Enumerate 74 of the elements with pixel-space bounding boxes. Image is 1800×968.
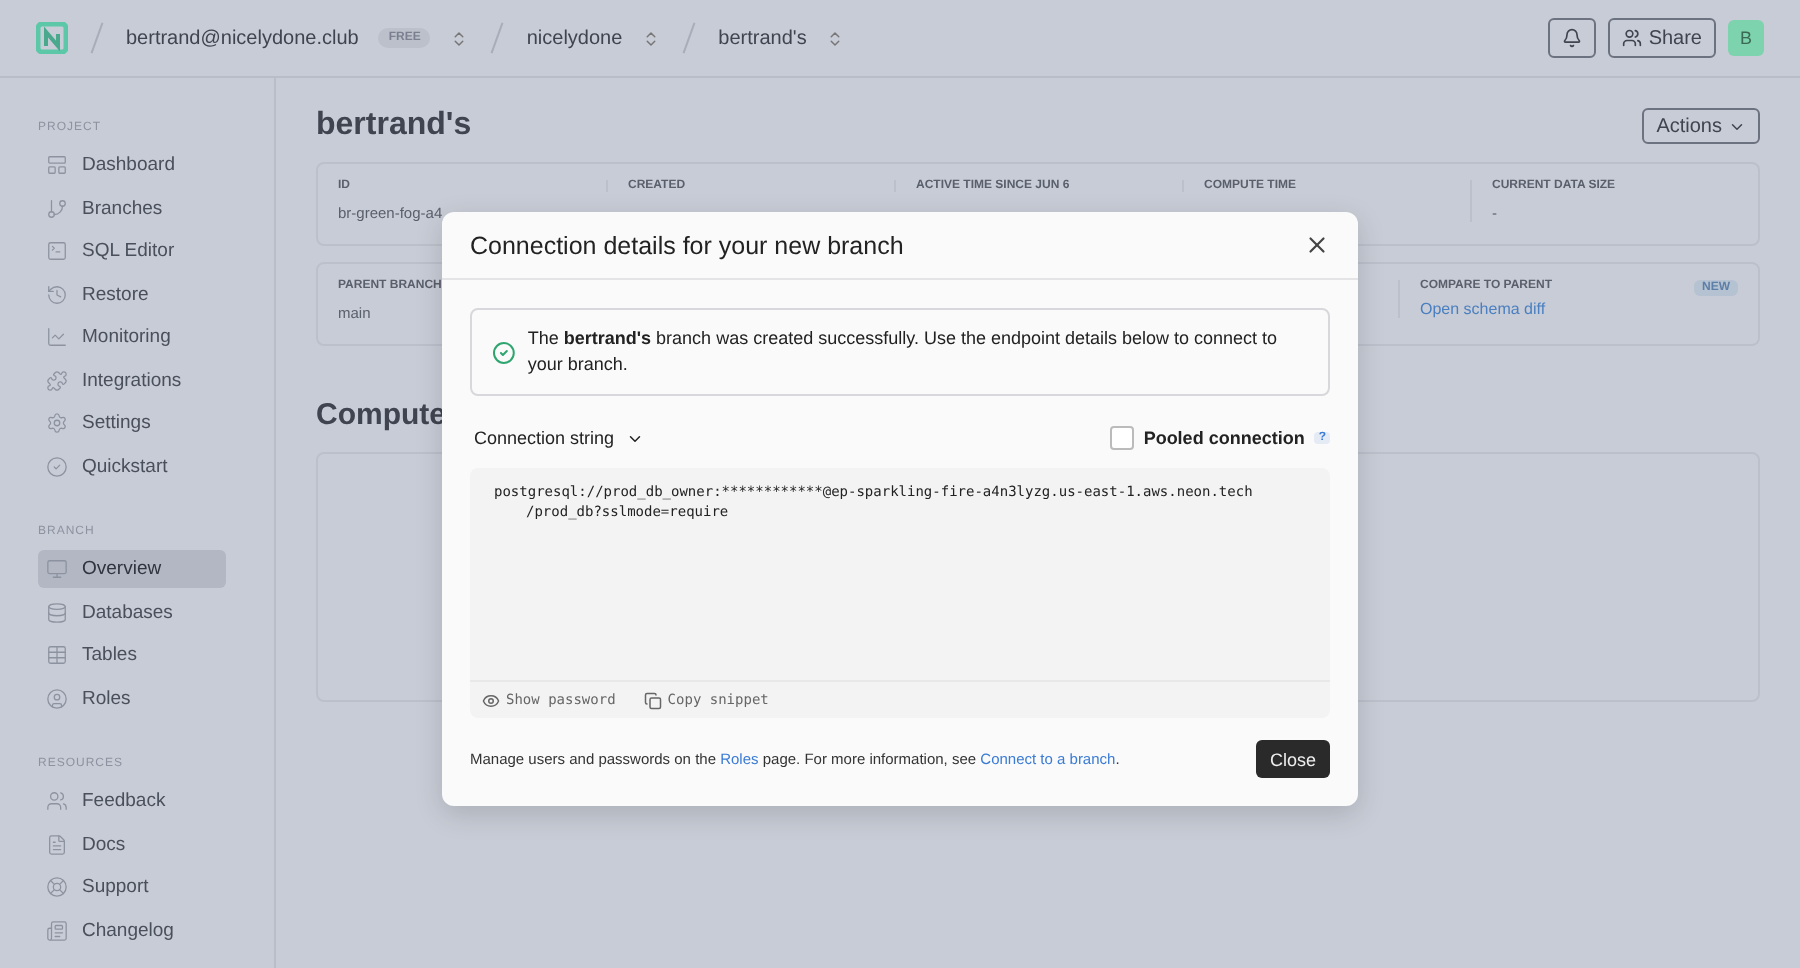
history-icon: [46, 283, 68, 305]
nav-label: Restore: [82, 283, 149, 305]
nav-item[interactable]: Changelog: [38, 911, 226, 949]
notifications-button[interactable]: [1548, 18, 1597, 58]
monitor-icon: [46, 558, 68, 580]
newspaper-icon: [46, 919, 68, 941]
copy-icon: [643, 691, 662, 709]
nav-item[interactable]: Docs: [38, 825, 226, 863]
connection-type-dropdown[interactable]: Connection string: [470, 428, 649, 448]
nav-label: Settings: [82, 412, 151, 434]
nav-item[interactable]: SQL Editor: [38, 232, 226, 270]
nav-label: Branches: [82, 197, 163, 219]
nav-item[interactable]: Dashboard: [38, 146, 226, 184]
user-avatar[interactable]: B: [1728, 20, 1764, 56]
nav-item[interactable]: Integrations: [38, 361, 226, 399]
nav-label: Support: [82, 876, 149, 898]
user-circle-icon: [46, 687, 68, 709]
table-icon: [46, 644, 68, 666]
close-icon[interactable]: [1304, 232, 1330, 258]
dialog-title: Connection details for your new branch: [470, 231, 904, 259]
breadcrumb-link[interactable]: bertrand@nicelydone.club: [126, 27, 359, 49]
schema-diff-link[interactable]: Open schema diff: [1420, 300, 1553, 318]
branch-icon: [46, 197, 68, 219]
section-heading: Compute: [316, 398, 448, 432]
breadcrumb-link[interactable]: bertrand's: [718, 27, 807, 49]
nav-item[interactable]: Roles: [38, 679, 226, 717]
users-icon: [46, 790, 68, 812]
eye-icon: [482, 691, 500, 709]
chevrons-up-down-icon[interactable]: [826, 29, 845, 47]
nav-label: Quickstart: [82, 455, 168, 477]
checkbox-label: Pooled connection: [1143, 428, 1305, 448]
nav-item[interactable]: Databases: [38, 593, 226, 631]
puzzle-icon: [46, 369, 68, 391]
nav-label: Integrations: [82, 369, 182, 391]
nav-label: Changelog: [82, 919, 174, 941]
nav-item[interactable]: Support: [38, 868, 226, 906]
nav-label: SQL Editor: [82, 240, 175, 262]
nav-item[interactable]: Overview: [38, 550, 226, 588]
nav-label: Tables: [82, 644, 137, 666]
settings-icon: [46, 412, 68, 434]
nav-label: Overview: [82, 558, 162, 580]
nav-item[interactable]: Settings: [38, 404, 226, 442]
window-icon: [46, 154, 68, 176]
database-icon: [46, 601, 68, 623]
alert-text: The bertrand's branch was created successfully. Use the endpoint details below to connect to your branch.: [527, 326, 1280, 378]
terminal-icon: [46, 240, 68, 262]
logo-icon[interactable]: [36, 22, 68, 54]
close-button[interactable]: Close: [1255, 740, 1330, 778]
nav-item[interactable]: Quickstart: [38, 447, 226, 485]
nav-label: Docs: [82, 833, 126, 855]
chevrons-up-down-icon[interactable]: [642, 29, 661, 47]
nav-label: Feedback: [82, 790, 166, 812]
check-circle-icon: [492, 339, 516, 365]
nav-item[interactable]: Restore: [38, 275, 226, 313]
document-icon: [46, 833, 68, 855]
bell-icon: [1562, 28, 1583, 48]
pooled-checkbox[interactable]: [1109, 426, 1134, 450]
page-title: bertrand's: [316, 108, 472, 144]
nav-label: Databases: [82, 601, 173, 623]
nav-item[interactable]: Tables: [38, 636, 226, 674]
nav-item[interactable]: Branches: [38, 189, 226, 227]
users-icon: [1622, 28, 1643, 48]
nav-item[interactable]: Monitoring: [38, 318, 226, 356]
nav-label: Monitoring: [82, 326, 171, 348]
nav-label: Roles: [82, 687, 131, 709]
chevrons-up-down-icon[interactable]: [450, 29, 469, 47]
nav-item[interactable]: Feedback: [38, 782, 226, 820]
line-chart-icon: [46, 326, 68, 348]
share-button[interactable]: Share: [1608, 18, 1716, 58]
check-circle-icon: [46, 455, 68, 477]
nav-label: Dashboard: [82, 154, 175, 176]
breadcrumb-link[interactable]: nicelydone: [526, 27, 623, 49]
lifebuoy-icon: [46, 876, 68, 898]
actions-button[interactable]: Actions: [1642, 108, 1760, 144]
